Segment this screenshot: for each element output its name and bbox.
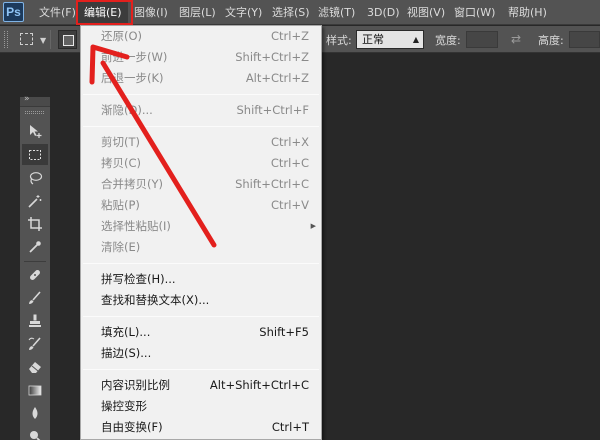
- edit-menu-item-label: 前进一步(W): [101, 50, 168, 64]
- edit-menu-item-shortcut: Ctrl+X: [271, 135, 309, 149]
- clone-stamp-icon[interactable]: [22, 310, 48, 331]
- edit-menu-item-label: 粘贴(P): [101, 198, 140, 212]
- healing-brush-icon[interactable]: [22, 264, 48, 285]
- edit-menu-item[interactable]: 渐隐(D)... Shift+Ctrl+F: [81, 100, 321, 121]
- edit-menu-item-label: 还原(O): [101, 29, 143, 43]
- menu-image[interactable]: 图像(I): [134, 0, 168, 25]
- menu-separator: [83, 263, 319, 264]
- crop-icon[interactable]: [22, 213, 48, 234]
- menu-edit[interactable]: 编辑(E): [78, 0, 128, 25]
- menu-separator: [83, 126, 319, 127]
- edit-menu-item[interactable]: 自由变换(F) Ctrl+T: [81, 417, 321, 438]
- new-selection-button[interactable]: [58, 30, 77, 49]
- edit-menu-item[interactable]: 前进一步(W) Shift+Ctrl+Z: [81, 47, 321, 68]
- edit-menu-item[interactable]: 拷贝(C) Ctrl+C: [81, 153, 321, 174]
- edit-menu-item-shortcut: Ctrl+Z: [271, 29, 309, 43]
- history-brush-icon[interactable]: [22, 333, 48, 354]
- gradient-icon[interactable]: [22, 379, 48, 400]
- edit-menu-item[interactable]: 选择性粘贴(I) ▶: [81, 216, 321, 237]
- edit-menu-item-shortcut: Shift+Ctrl+Z: [235, 50, 309, 64]
- photoshop-logo: Ps: [3, 2, 24, 22]
- edit-menu-item[interactable]: 剪切(T) Ctrl+X: [81, 132, 321, 153]
- edit-menu-item-label: 拼写检查(H)...: [101, 272, 176, 286]
- edit-menu-item-label: 后退一步(K): [101, 71, 164, 85]
- edit-menu-item-label: 剪切(T): [101, 135, 140, 149]
- edit-menu-item[interactable]: 操控变形: [81, 396, 321, 417]
- options-separator: [50, 30, 51, 49]
- edit-menu-item[interactable]: 还原(O) Ctrl+Z: [81, 26, 321, 47]
- edit-menu-dropdown: 还原(O) Ctrl+Z 前进一步(W) Shift+Ctrl+Z 后退一步(K) Alt…: [80, 25, 322, 440]
- swap-icon[interactable]: ⇄: [511, 32, 521, 46]
- edit-menu-item-shortcut: Alt+Shift+Ctrl+C: [209, 378, 309, 392]
- menu-layer[interactable]: 图层(L): [179, 0, 216, 25]
- edit-menu-item[interactable]: 拼写检查(H)...: [81, 269, 321, 290]
- menu-file[interactable]: 文件(F): [39, 0, 76, 25]
- rect-marquee-icon[interactable]: [20, 33, 33, 45]
- edit-menu-item[interactable]: 后退一步(K) Alt+Ctrl+Z: [81, 68, 321, 89]
- eraser-icon[interactable]: [22, 356, 48, 377]
- edit-menu-item-label: 描边(S)...: [101, 346, 152, 360]
- edit-menu-item-label: 合并拷贝(Y): [101, 177, 163, 191]
- style-select[interactable]: 正常 ▲: [356, 30, 424, 49]
- style-label: 样式:: [326, 34, 352, 47]
- edit-menu-item-label: 自由变换(F): [101, 420, 163, 434]
- collapse-icon[interactable]: »: [24, 94, 29, 104]
- edit-menu-item-label: 内容识别比例: [101, 378, 170, 392]
- edit-menu-item[interactable]: 粘贴(P) Ctrl+V: [81, 195, 321, 216]
- eyedropper-icon[interactable]: [22, 236, 48, 257]
- edit-menu-item-shortcut: Ctrl+C: [270, 156, 309, 170]
- menu-separator: [83, 369, 319, 370]
- edit-menu-item[interactable]: 合并拷贝(Y) Shift+Ctrl+C: [81, 174, 321, 195]
- move-icon[interactable]: [22, 120, 48, 141]
- edit-menu-item-shortcut: Shift+F5: [259, 325, 309, 339]
- menu-separator: [83, 316, 319, 317]
- menu-filter[interactable]: 滤镜(T): [318, 0, 355, 25]
- edit-menu-item-shortcut: Shift+Ctrl+F: [236, 103, 310, 117]
- edit-menu-item-label: 填充(L)...: [101, 325, 151, 339]
- menu-select[interactable]: 选择(S): [272, 0, 310, 25]
- edit-menu-item-label: 渐隐(D)...: [101, 103, 153, 117]
- edit-menu-item[interactable]: 查找和替换文本(X)...: [81, 290, 321, 311]
- dodge-icon[interactable]: [22, 425, 48, 440]
- style-select-value: 正常: [362, 33, 384, 46]
- edit-menu-item-label: 选择性粘贴(I): [101, 219, 171, 233]
- edit-menu-item-shortcut: Ctrl+T: [271, 420, 309, 434]
- tools-panel-grip[interactable]: [25, 111, 44, 114]
- blur-icon[interactable]: [22, 402, 48, 423]
- edit-menu-item[interactable]: 清除(E): [81, 237, 321, 258]
- menu-3d[interactable]: 3D(D): [367, 0, 400, 25]
- menu-window[interactable]: 窗口(W): [454, 0, 495, 25]
- height-label: 高度:: [538, 34, 564, 47]
- toolbar-header[interactable]: »: [20, 94, 50, 106]
- edit-menu-item-label: 操控变形: [101, 399, 147, 413]
- edit-menu-item-label: 清除(E): [101, 240, 141, 254]
- edit-menu-item-label: 拷贝(C): [101, 156, 142, 170]
- edit-menu-item[interactable]: 填充(L)... Shift+F5: [81, 322, 321, 343]
- tool-preset-caret-icon[interactable]: ▼: [40, 36, 46, 45]
- tools-separator: [24, 261, 46, 262]
- edit-menu-item-shortcut: Ctrl+V: [271, 198, 309, 212]
- rect-marquee-icon[interactable]: [22, 144, 48, 165]
- menu-bar: Ps 文件(F) 编辑(E) 图像(I) 图层(L) 文字(Y) 选择(S) 滤…: [0, 0, 600, 25]
- width-label: 宽度:: [435, 34, 461, 47]
- menu-view[interactable]: 视图(V): [407, 0, 445, 25]
- brush-icon[interactable]: [22, 287, 48, 308]
- edit-menu-item-label: 查找和替换文本(X)...: [101, 293, 210, 307]
- edit-menu-item[interactable]: 描边(S)...: [81, 343, 321, 364]
- magic-wand-icon[interactable]: [22, 190, 48, 211]
- edit-menu-item-shortcut: Alt+Ctrl+Z: [245, 71, 309, 85]
- lasso-icon[interactable]: [22, 167, 48, 188]
- options-bar-grip[interactable]: [4, 31, 8, 48]
- height-field[interactable]: [569, 31, 600, 48]
- menu-separator: [83, 94, 319, 95]
- edit-menu-item[interactable]: 内容识别比例 Alt+Shift+Ctrl+C: [81, 375, 321, 396]
- chevron-down-icon: ▲: [412, 35, 419, 44]
- tools-panel: [20, 106, 50, 440]
- menu-type[interactable]: 文字(Y): [225, 0, 262, 25]
- width-field[interactable]: [466, 31, 498, 48]
- edit-menu-item-shortcut: Shift+Ctrl+C: [235, 177, 309, 191]
- menu-help[interactable]: 帮助(H): [508, 0, 547, 25]
- submenu-arrow-icon: ▶: [310, 222, 316, 230]
